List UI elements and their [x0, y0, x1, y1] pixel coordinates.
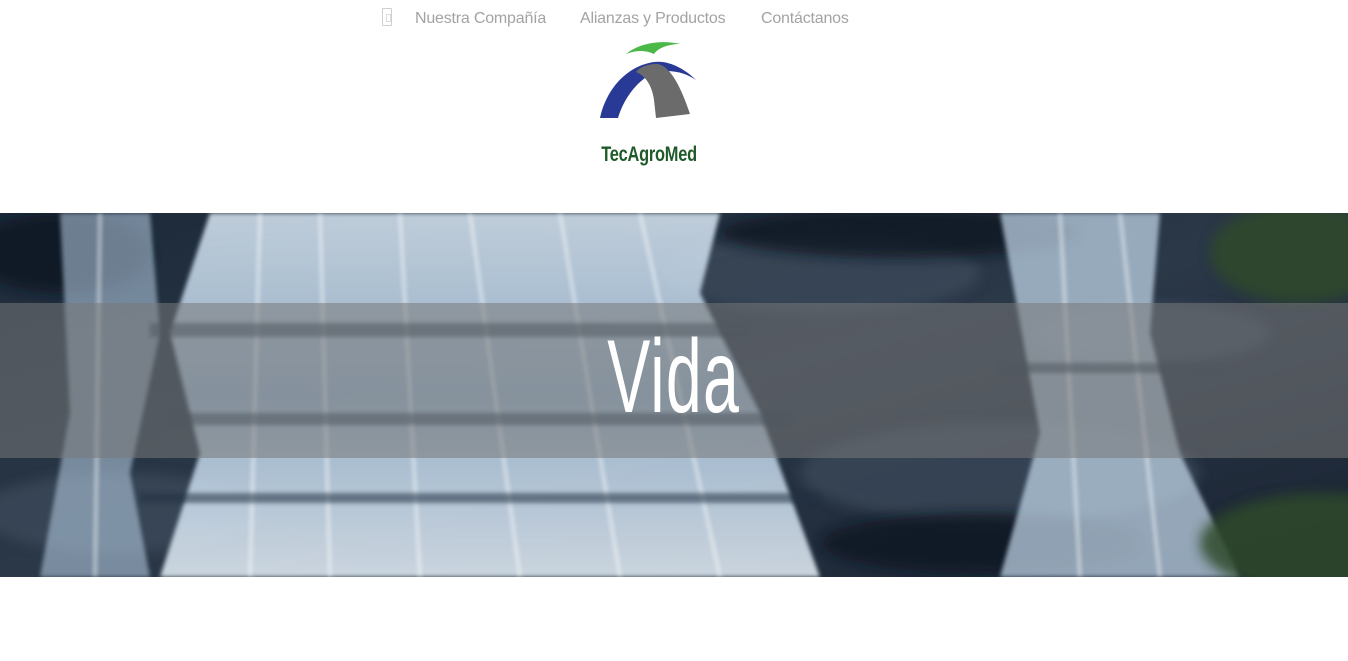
page-icon[interactable] — [382, 8, 392, 26]
top-navigation: Nuestra Compañía Alianzas y Productos Co… — [0, 0, 1348, 40]
hero-title: Vida — [607, 319, 741, 435]
nav-link-contactanos[interactable]: Contáctanos — [761, 10, 849, 28]
nav-link-nuestra-compania[interactable]: Nuestra Compañía — [415, 10, 546, 28]
logo-mark-icon — [600, 42, 696, 118]
hero-banner: Vida — [0, 213, 1348, 577]
nav-link-alianzas-y-productos[interactable]: Alianzas y Productos — [580, 10, 726, 28]
logo-wordmark: TecAgroMed — [601, 143, 697, 166]
